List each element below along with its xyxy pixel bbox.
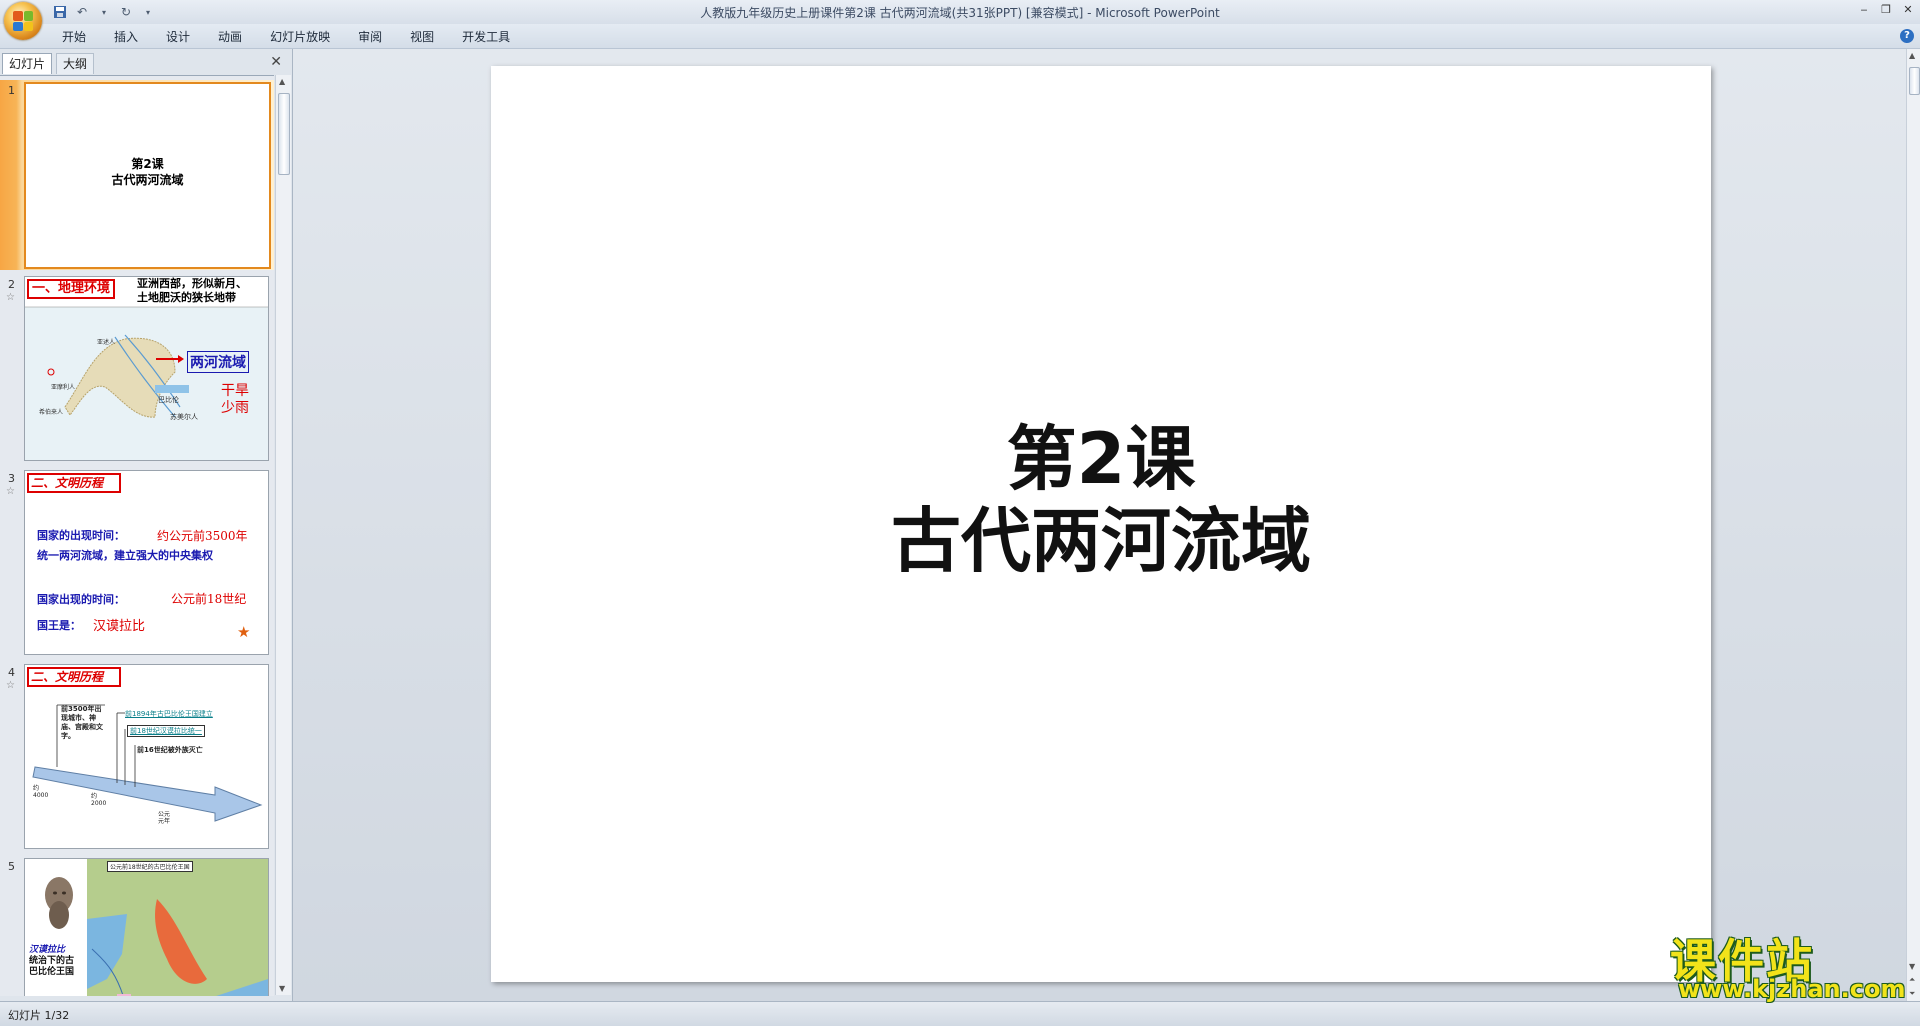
slide-heading: 一、地理环境 — [27, 279, 116, 299]
slide-thumbnail-3[interactable]: 3 ☆ 二、文明历程 国家的出现时间： 约公元前3500年 统一两河流域，建立强… — [0, 468, 274, 658]
slide-thumbnail-5[interactable]: 5 汉谟拉比 统治下的古 巴比伦王国 公元前18世纪的古巴比伦王国 — [0, 856, 274, 996]
slide-thumbnail-2[interactable]: 2 ☆ 一、地理环境 亚洲西部，形似新月、 土地肥沃的狭长地带 两河流域 干旱 … — [0, 274, 274, 464]
slide-preview: 汉谟拉比 统治下的古 巴比伦王国 公元前18世纪的古巴比伦王国 — [24, 858, 269, 996]
row2-text: 统一两河流域，建立强大的中央集权 — [37, 549, 213, 562]
tab-insert[interactable]: 插入 — [100, 29, 152, 45]
map-label-babylon: 巴比伦 — [158, 396, 179, 404]
slide-thumbnail-4[interactable]: 4 ☆ 二、文明历程 前3500年出现城市、神庙、宫殿和文字。 前1894年古巴… — [0, 662, 274, 852]
row1-value: 约公元前3500年 — [157, 529, 248, 543]
row3-label: 国家出现的时间： — [37, 593, 125, 606]
close-icon[interactable]: ✕ — [1900, 1, 1916, 17]
map-label-amorite: 亚摩利人 — [51, 384, 76, 391]
tab-view[interactable]: 视图 — [396, 29, 448, 45]
climate-line1: 干旱 — [221, 383, 249, 399]
tab-animations[interactable]: 动画 — [204, 29, 256, 45]
scrollbar-thumb[interactable] — [1909, 67, 1920, 95]
tab-review[interactable]: 审阅 — [344, 29, 396, 45]
scroll-down-icon[interactable]: ▼ — [279, 984, 285, 993]
help-icon[interactable]: ? — [1900, 29, 1914, 43]
animation-star-icon: ☆ — [6, 292, 15, 303]
timeline-tick-1: 约4000 — [33, 785, 49, 799]
timeline-note-2: 前1894年古巴比伦王国建立 — [125, 710, 213, 718]
thumbnail-list: 1 第2课 古代两河流域 2 ☆ 一、地理环境 亚洲西部，形似新月、 土地肥沃的… — [0, 75, 274, 996]
climate-note: 干旱 少雨 — [221, 383, 249, 417]
slide-preview: 一、地理环境 亚洲西部，形似新月、 土地肥沃的狭长地带 两河流域 干旱 少雨 巴… — [24, 276, 269, 461]
tab-developer[interactable]: 开发工具 — [448, 29, 524, 45]
tab-design[interactable]: 设计 — [152, 29, 204, 45]
slide-preview: 二、文明历程 国家的出现时间： 约公元前3500年 统一两河流域，建立强大的中央… — [24, 470, 269, 655]
tab-outline[interactable]: 大纲 — [56, 53, 95, 74]
label-two-rivers: 两河流域 — [187, 351, 249, 373]
slide-preview: 第2课 古代两河流域 — [24, 82, 271, 269]
slide-heading: 二、文明历程 — [27, 473, 121, 493]
map-label-assyria: 亚述人 — [97, 339, 116, 346]
thumb-title: 第2课 古代两河流域 — [26, 156, 269, 188]
animation-star-icon: ☆ — [6, 680, 15, 691]
watermark-url: www.kjzhan.com — [1678, 975, 1906, 1003]
scrollbar-thumb[interactable] — [278, 93, 290, 175]
tab-home[interactable]: 开始 — [48, 29, 100, 45]
caption-line3: 巴比伦王国 — [29, 967, 75, 977]
window-controls: ‒ ❐ ✕ — [1856, 1, 1916, 17]
row3-value: 公元前18世纪 — [171, 592, 247, 606]
thumb-title-line1: 第2课 — [131, 157, 164, 171]
map-label-sumer: 苏美尔人 — [170, 413, 198, 421]
map-label-hebrew: 希伯来人 — [39, 409, 64, 416]
caption-line1: 汉谟拉比 — [29, 945, 66, 955]
slide-desc-line1: 亚洲西部，形似新月、 — [137, 277, 247, 290]
timeline-arrow — [32, 704, 263, 822]
timeline-note-3: 前18世纪汉谟拉比统一 — [127, 725, 205, 737]
row1-label: 国家的出现时间： — [37, 529, 125, 542]
timeline-tick-3: 公元元年 — [158, 811, 171, 825]
slide-preview: 二、文明历程 前3500年出现城市、神庙、宫殿和文字。 前1894年古巴比伦王国… — [24, 664, 269, 849]
slide-title-text[interactable]: 第2课 古代两河流域 — [491, 418, 1711, 582]
scroll-up-icon[interactable]: ▲ — [279, 77, 285, 86]
office-button[interactable] — [4, 2, 42, 40]
slides-panel: 幻灯片 大纲 ✕ 1 第2课 古代两河流域 2 ☆ 一、地理环境 亚洲西部，形似… — [0, 49, 293, 1001]
site-watermark: 课件站 www.kjzhan.com — [1670, 925, 1910, 1005]
slide-title-line2: 古代两河流域 — [891, 500, 1311, 582]
row4-label: 国王是： — [37, 619, 81, 632]
close-panel-icon[interactable]: ✕ — [270, 54, 282, 70]
slide-desc: 亚洲西部，形似新月、 土地肥沃的狭长地带 — [137, 277, 247, 305]
caption-line2: 统治下的古 — [29, 956, 75, 966]
slide-desc-line2: 土地肥沃的狭长地带 — [137, 291, 236, 304]
timeline-note-1: 前3500年出现城市、神庙、宫殿和文字。 — [61, 705, 103, 740]
thumb-title-line2: 古代两河流域 — [111, 173, 184, 187]
slide-number: 2 — [8, 278, 15, 291]
ribbon-tab-bar: 开始 插入 设计 动画 幻灯片放映 审阅 视图 开发工具 ? — [0, 24, 1920, 49]
tab-slideshow[interactable]: 幻灯片放映 — [256, 29, 344, 45]
map-title: 公元前18世纪的古巴比伦王国 — [107, 861, 193, 872]
window-title: 人教版九年级历史上册课件第2课 古代两河流域(共31张PPT) [兼容模式] -… — [700, 6, 1220, 20]
status-bar: 幻灯片 1/32 — [0, 1001, 1920, 1026]
panel-tabs: 幻灯片 大纲 ✕ — [0, 53, 292, 74]
row4-value: 汉谟拉比 — [93, 619, 146, 634]
tab-slides[interactable]: 幻灯片 — [2, 53, 53, 74]
slide-counter: 幻灯片 1/32 — [8, 1009, 70, 1022]
thumbnail-scrollbar[interactable]: ▲ ▼ — [275, 75, 291, 995]
scroll-up-icon[interactable]: ▲ — [1909, 51, 1915, 60]
historical-map-image: 公元前18世纪的古巴比伦王国 — [87, 859, 268, 996]
current-slide[interactable]: 第2课 古代两河流域 — [491, 66, 1711, 982]
office-logo-icon — [13, 11, 33, 31]
slide-number: 5 — [8, 860, 15, 873]
timeline-tick-2: 约2000 — [91, 793, 107, 807]
statue-head-image — [45, 877, 73, 929]
restore-icon[interactable]: ❐ — [1878, 1, 1894, 17]
slide-number: 3 — [8, 472, 15, 485]
slide-number: 1 — [8, 84, 15, 97]
animation-star-icon: ☆ — [6, 486, 15, 497]
slide-number: 4 — [8, 666, 15, 679]
slide5-caption: 汉谟拉比 统治下的古 巴比伦王国 — [29, 945, 74, 978]
timeline-note-4: 前16世纪被外族灭亡 — [137, 746, 203, 754]
title-bar: ↶ ▾ ↻ ▾ 人教版九年级历史上册课件第2课 古代两河流域(共31张PPT) … — [0, 0, 1920, 25]
slide-title-line1: 第2课 — [1006, 418, 1196, 500]
slide-scrollbar[interactable]: ▲ ▼ ⏶ ⏷ — [1906, 49, 1920, 1001]
minimize-icon[interactable]: ‒ — [1856, 1, 1872, 17]
slide-thumbnail-1[interactable]: 1 第2课 古代两河流域 — [0, 80, 274, 270]
star-icon: ★ — [237, 623, 251, 641]
climate-line2: 少雨 — [221, 400, 249, 416]
